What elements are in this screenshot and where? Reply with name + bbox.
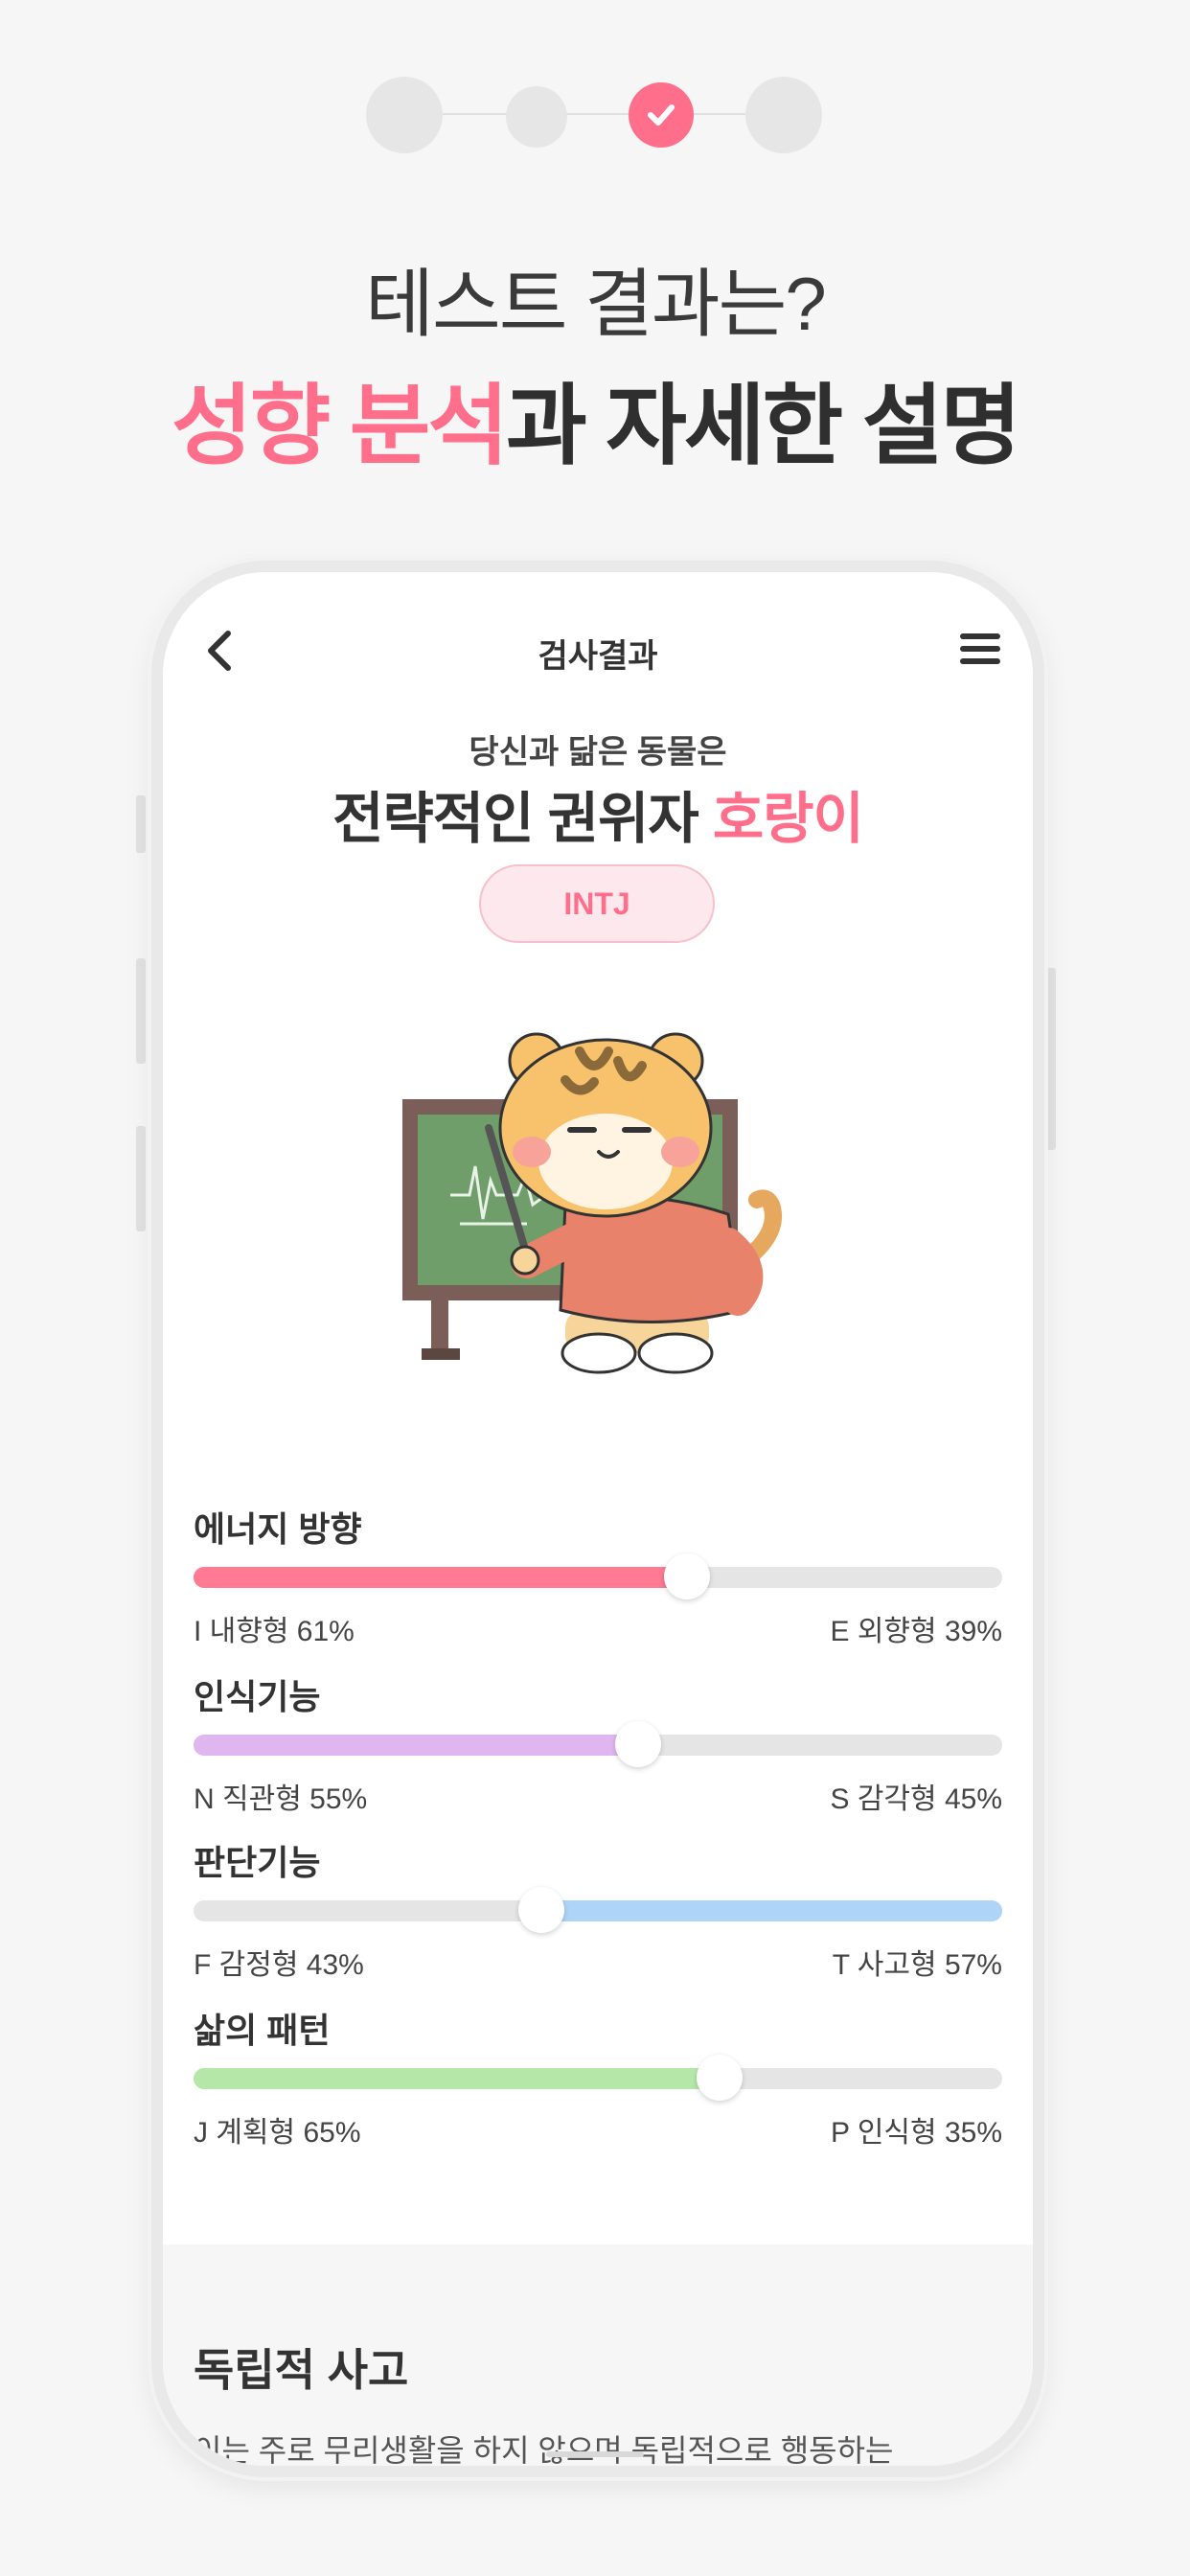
trait-lifestyle: 삶의 패턴 J 계획형 65% P 인식형 35% [194, 2003, 1002, 2149]
phone-side-button [136, 1126, 146, 1231]
trait-left-label: F 감정형 43% [194, 1949, 364, 1981]
tiger-teacher-illustration [402, 1032, 782, 1374]
menu-button[interactable] [958, 630, 1002, 673]
trait-right-label: P 인식형 35% [831, 2117, 1002, 2149]
result-title: 전략적인 권위자 호랑이 [163, 773, 1033, 854]
trait-labels: F 감정형 43% T 사고형 57% [194, 1941, 1002, 1981]
mbti-type-badge: INTJ [479, 864, 715, 943]
phone-side-button [136, 958, 146, 1064]
trait-name: 인식기능 [194, 1677, 321, 1716]
trait-slider-knob[interactable] [696, 2055, 743, 2101]
trait-slider-fill [540, 1900, 1002, 1921]
trait-right-label: E 외향형 39% [830, 1616, 1002, 1647]
hamburger-menu-icon [960, 633, 1000, 664]
progress-steps [0, 77, 1190, 153]
app-bar-title: 검사결과 [538, 638, 658, 675]
trait-labels: I 내향형 61% E 외향형 39% [194, 1607, 1002, 1647]
trait-labels: N 직관형 55% S 감각형 45% [194, 1775, 1002, 1815]
trait-right-label: S 감각형 45% [830, 1783, 1002, 1815]
trait-right-label: T 사고형 57% [832, 1949, 1002, 1981]
promo-headline-highlight: 성향 분석 [171, 378, 509, 475]
trait-slider-track [194, 2055, 1002, 2101]
trait-left-label: J 계획형 65% [194, 2117, 361, 2149]
trait-slider-fill [194, 1567, 687, 1588]
step-2 [506, 86, 567, 148]
trait-labels: J 계획형 65% P 인식형 35% [194, 2108, 1002, 2149]
phone-side-button [1046, 968, 1056, 1150]
trait-name: 에너지 방향 [194, 1509, 362, 1549]
trait-slider-fill [194, 1735, 639, 1756]
app-bar: 검사결과 [163, 610, 1033, 687]
trait-slider-track [194, 1553, 1002, 1599]
result-title-prefix: 전략적인 권위자 [332, 788, 713, 850]
step-1 [366, 77, 443, 153]
step-4 [745, 77, 822, 153]
trait-slider-fill [194, 2068, 720, 2089]
trait-slider-knob[interactable] [663, 1553, 710, 1599]
trait-slider-knob[interactable] [517, 1887, 564, 1933]
promo-headline-line2: 성향 분석과 자세한 설명 [0, 355, 1190, 482]
result-animal-name: 호랑이 [712, 788, 864, 850]
trait-name: 판단기능 [194, 1843, 321, 1882]
trait-slider-knob[interactable] [615, 1721, 662, 1767]
trait-left-label: I 내향형 61% [194, 1616, 355, 1647]
promo-headline-line1: 테스트 결과는? [365, 262, 827, 346]
step-3-current [629, 82, 694, 148]
trait-energy: 에너지 방향 I 내향형 61% E 외향형 39% [194, 1502, 1002, 1647]
check-icon [648, 104, 675, 126]
trait-left-label: N 직관형 55% [194, 1783, 368, 1815]
promo-headline-rest: 과 자세한 설명 [506, 378, 1021, 475]
description-title: 독립적 사고 [194, 2345, 409, 2395]
result-subtitle: 당신과 닮은 동물은 [469, 734, 727, 770]
trait-slider-track [194, 1887, 1002, 1933]
phone-side-button [136, 795, 146, 853]
trait-perception: 인식기능 N 직관형 55% S 감각형 45% [194, 1669, 1002, 1815]
description-text: 이는 주로 무리생활을 하지 않으며 독립적으로 행동하는 [194, 2433, 894, 2468]
steps-connector [404, 113, 784, 115]
home-indicator [546, 2451, 644, 2457]
trait-name: 삶의 패턴 [194, 2011, 331, 2050]
trait-judgment: 판단기능 F 감정형 43% T 사고형 57% [194, 1835, 1002, 1981]
trait-slider-track [194, 1721, 1002, 1767]
phone-mockup: 검사결과 당신과 닮은 동물은 전략적인 권위자 호랑이 INTJ 에너지 방향… [151, 561, 1044, 2477]
